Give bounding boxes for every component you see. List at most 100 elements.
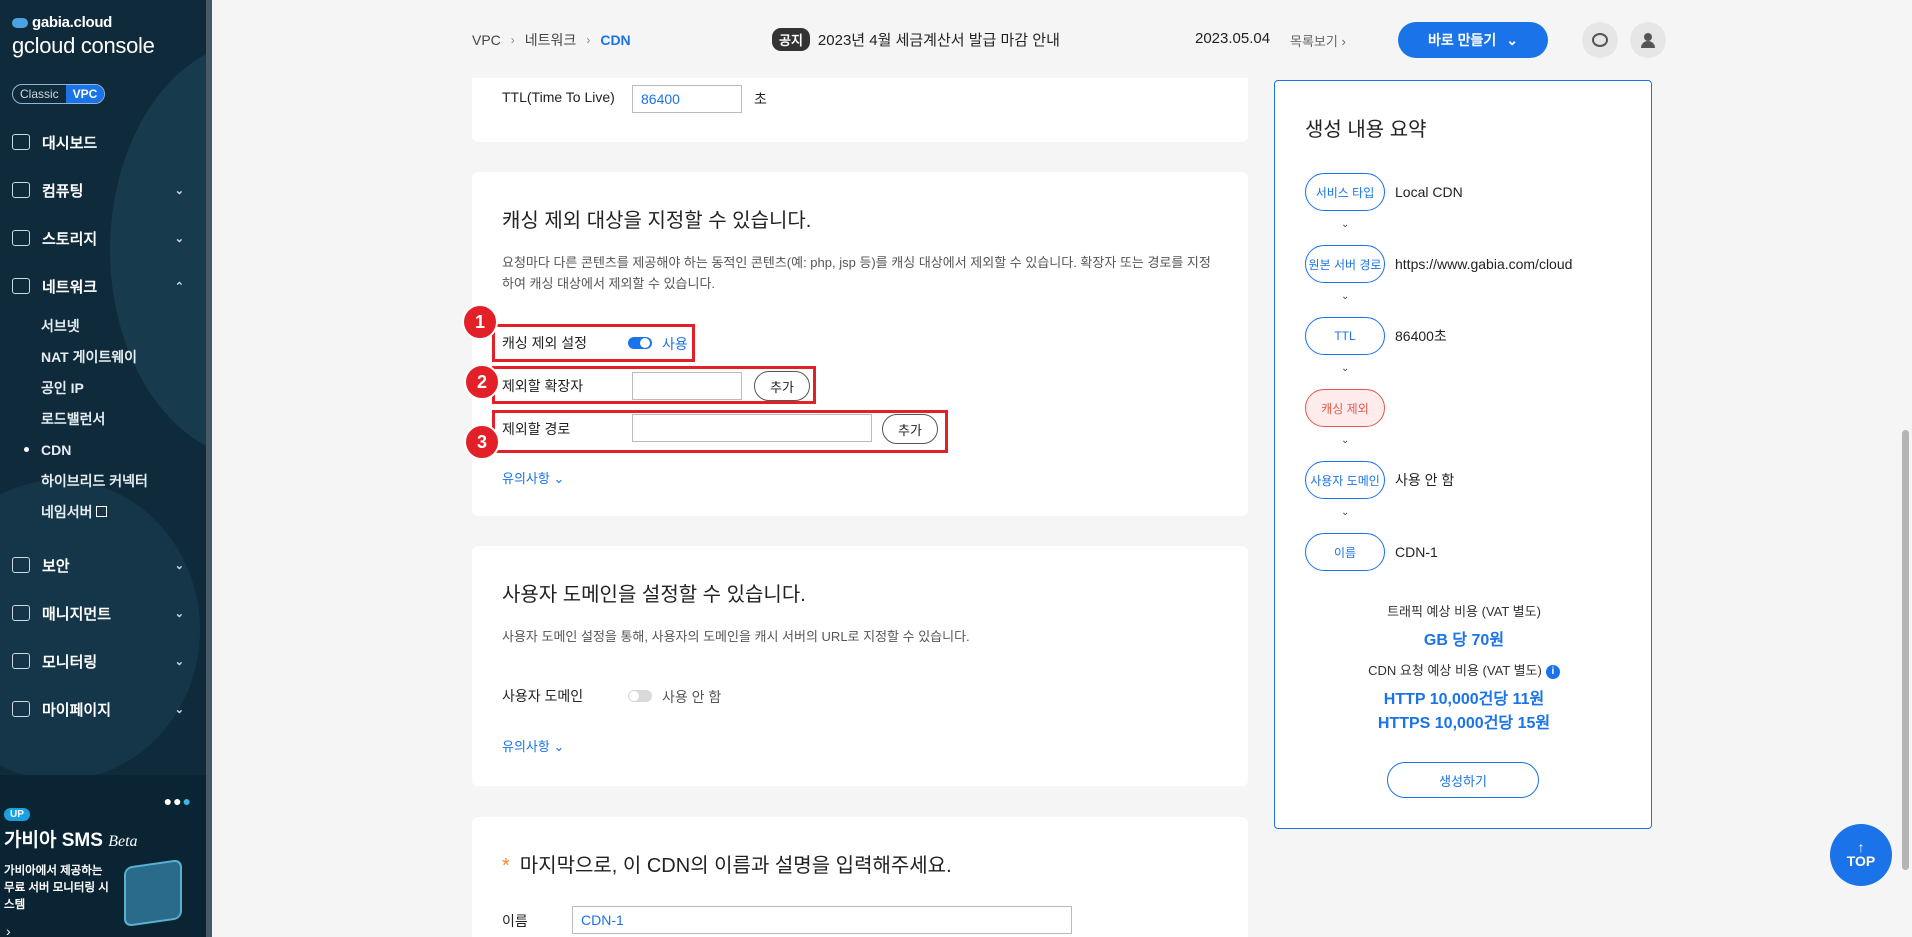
scroll-top-label: TOP (1846, 853, 1876, 869)
carousel-dots[interactable]: ●●● (164, 793, 192, 809)
chevron-down-icon: ⌄ (1506, 31, 1519, 48)
create-button[interactable]: 생성하기 (1387, 762, 1539, 798)
sidebar-item-label: 보안 (42, 557, 70, 575)
chevron-right-icon: › (1341, 34, 1346, 49)
summary-pill[interactable]: 서비스 타입 (1305, 173, 1385, 211)
chevron-down-icon: ⌄ (174, 703, 184, 716)
summary-value: 86400초 (1395, 328, 1447, 344)
request-cost-label: CDN 요청 예상 비용 (VAT 별도) i (1275, 660, 1653, 679)
sidebar-sub-nat-gateway[interactable]: NAT 게이트웨이 (0, 341, 206, 372)
chat-icon (1592, 33, 1608, 47)
summary-step-name: 이름 CDN-1 (1305, 533, 1438, 571)
chevron-down-icon: ⌄ (1341, 291, 1350, 302)
summary-value: CDN-1 (1395, 544, 1438, 560)
summary-step-cache-exclude: 캐싱 제외 (1305, 389, 1395, 427)
user-domain-card: 사용자 도메인을 설정할 수 있습니다. 사용자 도메인 설정을 통해, 사용자… (472, 546, 1248, 786)
env-toggle[interactable]: Classic VPC (12, 84, 106, 104)
ttl-card: TTL(Time To Live) 86400 초 (472, 78, 1248, 142)
monitor-icon (12, 653, 30, 669)
user-domain-label: 사용자 도메인 (502, 688, 584, 704)
arrow-right-icon[interactable]: › (6, 923, 11, 937)
chevron-down-icon: ⌄ (174, 232, 184, 245)
chevron-up-icon: ⌃ (174, 280, 184, 293)
cloud-icon (12, 17, 28, 28)
summary-pill[interactable]: 이름 (1305, 533, 1385, 571)
sidebar-item-label: 스토리지 (42, 230, 98, 248)
sidebar-sub-public-ip[interactable]: 공인 IP (0, 372, 206, 403)
summary-panel: 생성 내용 요약 서비스 타입 Local CDN ⌄ 원본 서버 경로 https… (1274, 80, 1652, 829)
sidebar-scrollbar[interactable] (206, 0, 212, 937)
name-card: * 마지막으로, 이 CDN의 이름과 설명을 입력해주세요. 이름 CDN-1 (472, 817, 1248, 937)
highlight-box-1 (492, 324, 695, 362)
name-label: 이름 (502, 913, 528, 929)
breadcrumb-vpc[interactable]: VPC (472, 32, 501, 48)
summary-step-origin-path: 원본 서버 경로 https://www.gabia.com/cloud (1305, 245, 1572, 283)
summary-step-service-type: 서비스 타입 Local CDN (1305, 173, 1463, 211)
brand-logo[interactable]: gabia.cloud gcloud console (12, 14, 155, 59)
summary-value: 사용 안 함 (1395, 472, 1455, 488)
breadcrumb-network[interactable]: 네트워크 (525, 30, 577, 50)
summary-pill-active[interactable]: 캐싱 제외 (1305, 389, 1385, 427)
sidebar-item-storage[interactable]: 스토리지 ⌄ (0, 214, 206, 262)
sidebar-sub-subnet[interactable]: 서브넷 (0, 310, 206, 341)
top-header: VPC › 네트워크 › CDN 공지 2023년 4월 세금계산서 발급 마감… (212, 0, 1912, 78)
summary-pill[interactable]: 원본 서버 경로 (1305, 245, 1385, 283)
sidebar-item-label: 컴퓨팅 (42, 182, 84, 200)
sidebar-item-management[interactable]: 매니지먼트 ⌄ (0, 589, 206, 637)
highlight-box-2 (492, 366, 816, 404)
summary-pill[interactable]: TTL (1305, 317, 1385, 355)
summary-value: https://www.gabia.com/cloud (1395, 256, 1573, 272)
sidebar-item-network[interactable]: 네트워크 ⌃ (0, 262, 206, 310)
scroll-top-button[interactable]: ↑ TOP (1830, 824, 1892, 886)
user-menu-button[interactable] (1630, 22, 1666, 58)
chip-icon (12, 182, 30, 198)
sidebar-item-monitoring[interactable]: 모니터링 ⌄ (0, 637, 206, 685)
request-cost-http: HTTP 10,000건당 11원 (1383, 691, 1545, 708)
chevron-down-icon: ⌄ (553, 739, 565, 754)
env-vpc[interactable]: VPC (65, 85, 105, 103)
annotation-badge-3: 3 (464, 424, 500, 460)
traffic-cost-label: 트래픽 예상 비용 (VAT 별도) (1387, 604, 1541, 619)
summary-value: Local CDN (1395, 184, 1463, 200)
sidebar-item-label: 모니터링 (42, 653, 98, 671)
external-link-icon (95, 506, 107, 517)
summary-pill[interactable]: 사용자 도메인 (1305, 461, 1385, 499)
promo-badge: UP (4, 808, 30, 821)
sidebar-item-dashboard[interactable]: 대시보드 (0, 118, 206, 166)
brand-top-text: gabia.cloud (32, 14, 113, 31)
sidebar-item-computing[interactable]: 컴퓨팅 ⌄ (0, 166, 206, 214)
sidebar-item-mypage[interactable]: 마이페이지 ⌄ (0, 685, 206, 733)
user-icon (1641, 33, 1655, 48)
page-scrollbar[interactable] (1902, 430, 1909, 870)
summary-title: 생성 내용 요약 (1305, 119, 1427, 141)
sidebar-item-security[interactable]: 보안 ⌄ (0, 541, 206, 589)
nameserver-label: 네임서버 (41, 503, 93, 520)
sidebar-sub-load-balancer[interactable]: 로드밸런서 (0, 403, 206, 434)
user-domain-notes-link[interactable]: 유의사항 ⌄ (502, 736, 564, 755)
breadcrumb: VPC › 네트워크 › CDN (472, 30, 631, 50)
sidebar-sub-cdn[interactable]: CDN (0, 434, 206, 465)
chat-button[interactable] (1582, 22, 1618, 58)
cache-exclude-notes-link[interactable]: 유의사항 ⌄ (502, 468, 564, 487)
breadcrumb-cdn[interactable]: CDN (600, 32, 630, 48)
chevron-right-icon: › (586, 33, 591, 47)
notice-tag: 공지 (772, 28, 810, 51)
notice-text[interactable]: 2023년 4월 세금계산서 발급 마감 안내 (818, 29, 1060, 50)
chevron-down-icon: ⌄ (1341, 219, 1350, 230)
highlight-box-3 (492, 410, 948, 453)
cache-exclude-desc: 요청마다 다른 콘텐츠를 제공해야 하는 동적인 콘텐츠(예: php, jsp… (502, 255, 1211, 291)
arrow-up-icon: ↑ (1857, 839, 1865, 855)
quick-create-button[interactable]: 바로 만들기 ⌄ (1398, 22, 1548, 58)
sidebar-sub-hybrid-connector[interactable]: 하이브리드 커넥터 (0, 465, 206, 496)
env-classic[interactable]: Classic (13, 85, 66, 103)
ttl-input[interactable]: 86400 (632, 85, 742, 113)
list-link[interactable]: 목록보기 › (1290, 31, 1346, 50)
promo-banner[interactable]: ●●● UP 가비아 SMS Beta 가비아에서 제공하는 무료 서버 모니터… (0, 775, 206, 937)
annotation-badge-1: 1 (462, 304, 498, 340)
user-domain-toggle[interactable] (628, 690, 652, 702)
name-input[interactable]: CDN-1 (572, 906, 1072, 934)
sidebar-nav: 대시보드 컴퓨팅 ⌄ 스토리지 ⌄ 네트워크 ⌃ 서브넷 NAT 게이트웨이 공인 I… (0, 118, 206, 733)
info-icon[interactable]: i (1545, 664, 1560, 679)
notice-banner[interactable]: 공지 2023년 4월 세금계산서 발급 마감 안내 (772, 28, 1060, 51)
sidebar-sub-nameserver[interactable]: 네임서버 (0, 496, 206, 527)
